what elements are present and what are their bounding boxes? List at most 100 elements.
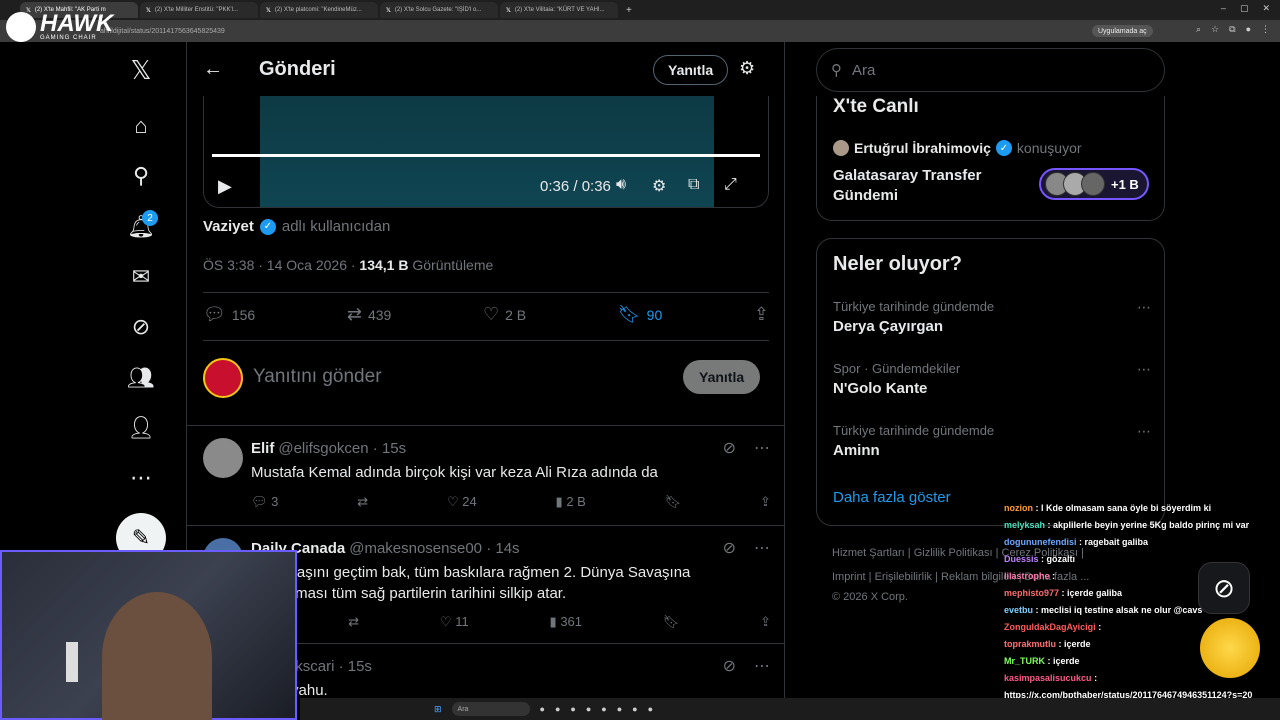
browser-tab[interactable]: 𝕏 (2) X'te platcomi: "KendineMüz... bbox=[260, 2, 378, 18]
grok-icon[interactable]: ⊘ bbox=[128, 314, 154, 340]
open-in-app-button[interactable]: Uygulamada aç bbox=[1092, 25, 1153, 37]
share-icon[interactable]: ⇪ bbox=[760, 614, 771, 630]
share-action[interactable]: ⇪ bbox=[754, 304, 769, 325]
home-icon[interactable]: ⌂ bbox=[128, 113, 154, 139]
app-icon[interactable]: ● bbox=[632, 704, 637, 714]
live-user[interactable]: Ertuğrul İbrahimoviç ✓ konuşuyor bbox=[833, 140, 1082, 156]
app-icon[interactable]: ● bbox=[648, 704, 653, 714]
author-name[interactable]: Elif bbox=[251, 440, 274, 457]
live-participants[interactable]: +1 B bbox=[1039, 168, 1149, 200]
trend-item[interactable]: Türkiye tarihinde gündemde Derya Çayırga… bbox=[833, 299, 1151, 335]
address-bar[interactable]: ahfildijital/status/2011417563645825439 bbox=[0, 20, 1280, 42]
app-icon[interactable]: ● bbox=[601, 704, 606, 714]
bookmark-action[interactable]: 🔖︎ 90 bbox=[618, 304, 662, 325]
profile-icon[interactable]: ● bbox=[1246, 24, 1251, 35]
more-icon[interactable]: ⋯ bbox=[1137, 423, 1151, 440]
live-card: X'te Canlı Ertuğrul İbrahimoviç ✓ konuşu… bbox=[816, 96, 1165, 221]
zoom-icon[interactable]: ⌕ bbox=[1196, 24, 1201, 35]
reply-input[interactable]: Yanıtını gönder bbox=[253, 366, 382, 388]
show-more-link[interactable]: Daha fazla göster bbox=[833, 489, 951, 506]
app-icon[interactable]: ● bbox=[617, 704, 622, 714]
like-action[interactable]: ♡ 24 bbox=[447, 494, 477, 510]
more-icon[interactable]: ⋯ bbox=[754, 438, 770, 458]
bookmark-icon[interactable]: 🔖︎ bbox=[665, 494, 682, 510]
maximize-icon[interactable]: ▢ bbox=[1240, 3, 1249, 14]
search-icon[interactable]: ⚲ bbox=[128, 163, 154, 189]
browser-tab[interactable]: 𝕏 (2) X'te Vilitaia: "KÜRT VE YAHI... bbox=[500, 2, 618, 18]
grok-button[interactable]: ⊘ bbox=[1198, 562, 1250, 614]
post-header: ← Gönderi Yanıtla ⚙ bbox=[187, 42, 784, 96]
like-count: 2 B bbox=[505, 306, 527, 323]
reply-action[interactable]: 💬︎ 3 bbox=[251, 494, 278, 510]
trend-item[interactable]: Türkiye tarihinde gündemde Aminn ⋯ bbox=[833, 423, 1151, 459]
views-action[interactable]: ▮ 361 bbox=[550, 614, 582, 630]
post-time[interactable]: ÖS 3:38 · 14 Oca 2026 · bbox=[203, 257, 356, 273]
extensions-icon[interactable]: ⧉ bbox=[1229, 24, 1235, 35]
settings-icon[interactable]: ⚙ bbox=[652, 176, 666, 196]
app-icon[interactable]: ● bbox=[586, 704, 591, 714]
reply-tweet[interactable]: Elif @elifsgokcen · 15s ⊘ ⋯ Mustafa Kemal … bbox=[187, 425, 784, 525]
back-arrow-icon[interactable]: ← bbox=[203, 58, 223, 81]
browser-tab[interactable]: 𝕏 (2) X'te Solcu Gazete: "IŞİD'l o... bbox=[380, 2, 498, 18]
x-logo-icon[interactable]: 𝕏 bbox=[128, 55, 154, 85]
profile-icon[interactable]: 👤︎ bbox=[127, 415, 155, 441]
trend-item[interactable]: Spor · Gündemdekiler N'Golo Kante ⋯ bbox=[833, 361, 1151, 397]
source-user[interactable]: Vaziyet bbox=[203, 218, 254, 235]
repost-action[interactable]: ⇄ 439 bbox=[347, 304, 391, 325]
menu-icon[interactable]: ⋮ bbox=[1261, 24, 1270, 35]
pip-icon[interactable]: ⧉ bbox=[688, 176, 699, 194]
share-icon[interactable]: ⇪ bbox=[760, 494, 771, 510]
minimize-icon[interactable]: – bbox=[1221, 3, 1226, 14]
mail-icon[interactable]: ✉ bbox=[128, 264, 154, 290]
more-icon[interactable]: ⋯ bbox=[754, 656, 770, 676]
reply-header-button[interactable]: Yanıtla bbox=[653, 55, 729, 85]
volume-icon[interactable]: 🔊︎ bbox=[616, 176, 626, 194]
grok-icon[interactable]: ⊘ bbox=[723, 656, 736, 676]
sliders-icon[interactable]: ⚙ bbox=[739, 58, 755, 79]
participant-count: +1 B bbox=[1111, 176, 1139, 192]
search-placeholder: Ara bbox=[852, 61, 876, 79]
play-icon[interactable]: ▶ bbox=[218, 176, 232, 197]
chat-message: melyksah : akplilerle beyin yerine 5Kg b… bbox=[1004, 520, 1250, 530]
app-icon[interactable]: ● bbox=[555, 704, 560, 714]
chat-text: gözaltı bbox=[1046, 554, 1076, 564]
browser-tab[interactable]: 𝕏 (2) X'te Milliter Enstitü: "PKK'l... bbox=[140, 2, 258, 18]
page-title: Gönderi bbox=[259, 57, 336, 80]
star-icon[interactable]: ☆ bbox=[1211, 24, 1219, 35]
logo-name: HAWK bbox=[40, 10, 114, 37]
video-player[interactable]: ▶ 0:36 / 0:36 🔊︎ ⚙ ⧉ ⤢ bbox=[203, 96, 769, 208]
bookmark-icon[interactable]: 🔖︎ bbox=[663, 614, 680, 630]
repost-action[interactable]: ⇄ bbox=[357, 494, 368, 510]
more-icon[interactable]: ⋯ bbox=[128, 465, 154, 491]
app-icon[interactable]: ● bbox=[570, 704, 575, 714]
fullscreen-icon[interactable]: ⤢ bbox=[724, 176, 737, 194]
webcam-background bbox=[66, 642, 78, 682]
communities-icon[interactable]: 👥︎ bbox=[127, 365, 155, 391]
more-icon[interactable]: ⋯ bbox=[1137, 361, 1151, 378]
trend-category: Spor · Gündemdekiler bbox=[833, 361, 961, 376]
close-icon[interactable]: ✕ bbox=[1262, 3, 1270, 14]
views-action[interactable]: ▮ 2 B bbox=[556, 494, 586, 510]
reply-action[interactable]: 💬︎ 156 bbox=[203, 304, 255, 325]
post-actions: 💬︎ 156 ⇄ 439 ♡ 2 B 🔖︎ 90 ⇪ bbox=[203, 304, 769, 325]
more-icon[interactable]: ⋯ bbox=[754, 538, 770, 558]
repost-action[interactable]: ⇄ bbox=[348, 614, 359, 630]
more-icon[interactable]: ⋯ bbox=[1137, 299, 1151, 316]
grok-icon[interactable]: ⊘ bbox=[723, 538, 736, 558]
like-action[interactable]: ♡ 2 B bbox=[483, 304, 526, 325]
new-tab-icon[interactable]: + bbox=[626, 5, 632, 16]
like-action[interactable]: ♡ 11 bbox=[440, 614, 469, 630]
webcam-overlay bbox=[0, 550, 297, 720]
reply-submit-button[interactable]: Yanıtla bbox=[683, 360, 761, 394]
avatar[interactable] bbox=[203, 358, 243, 398]
video-scrubber[interactable] bbox=[212, 154, 760, 157]
windows-start-icon[interactable]: ⊞ bbox=[434, 704, 442, 715]
divider bbox=[203, 292, 769, 293]
taskbar-search[interactable]: Ara bbox=[451, 702, 530, 716]
app-icon[interactable]: ● bbox=[540, 704, 545, 714]
live-topic[interactable]: Galatasaray Transfer Gündemi bbox=[833, 166, 1023, 206]
search-input[interactable]: ⚲ Ara bbox=[816, 48, 1165, 92]
avatar[interactable] bbox=[203, 438, 243, 478]
grok-icon[interactable]: ⊘ bbox=[723, 438, 736, 458]
chat-text: meclisi iq testine alsak ne olur @cavs bbox=[1041, 605, 1203, 615]
